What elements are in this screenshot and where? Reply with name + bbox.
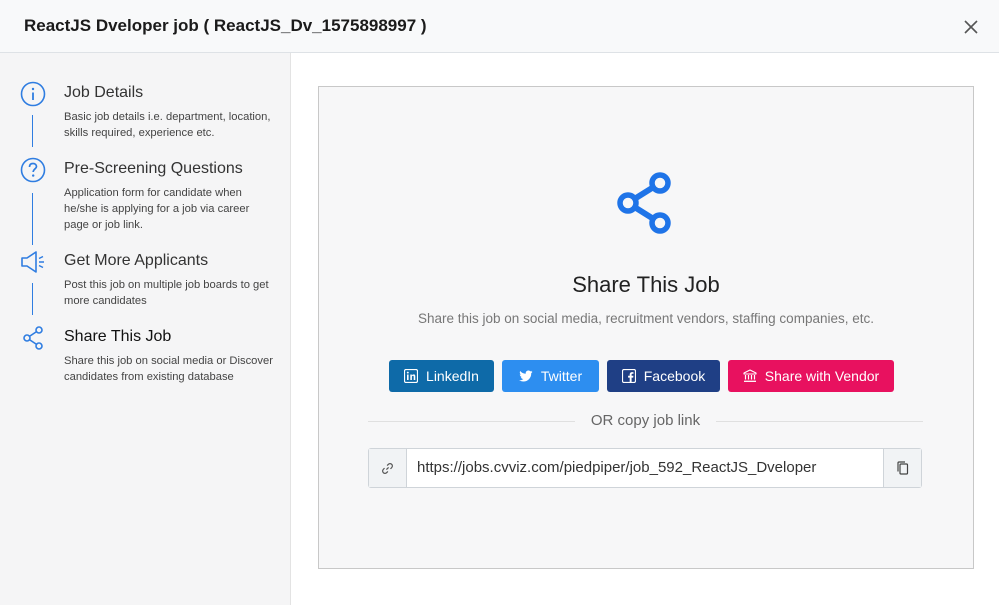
twitter-label: Twitter xyxy=(540,368,583,384)
linkedin-label: LinkedIn xyxy=(426,368,479,384)
share-icon xyxy=(23,326,43,350)
job-link-group: https://jobs.cvviz.com/piedpiper/job_592… xyxy=(368,448,922,488)
or-copy-text: OR copy job link xyxy=(580,412,711,429)
copy-link-button[interactable] xyxy=(883,449,921,487)
modal-header: ReactJS Dveloper job ( ReactJS_Dv_157589… xyxy=(0,0,999,53)
step-title: Pre-Screening Questions xyxy=(64,160,243,177)
step-connector xyxy=(32,115,33,147)
share-icon xyxy=(617,172,671,234)
step-description: Basic job details i.e. department, locat… xyxy=(64,111,271,139)
step-connector xyxy=(32,193,33,245)
step-title: Get More Applicants xyxy=(64,252,209,269)
steps-sidebar: Job Details Basic job details i.e. depar… xyxy=(0,53,291,605)
facebook-icon xyxy=(621,369,636,383)
share-heading: Share This Job xyxy=(572,272,720,297)
main-content: Share This Job Share this job on social … xyxy=(291,53,999,605)
step-connector xyxy=(32,283,33,315)
linkedin-icon xyxy=(404,369,419,383)
step-description: Share this job on social media or Discov… xyxy=(64,355,273,383)
bank-icon xyxy=(743,369,757,382)
step-title: Job Details xyxy=(64,84,144,101)
twitter-icon xyxy=(518,370,533,382)
link-addon xyxy=(369,449,407,487)
share-with-vendor-label: Share with Vendor xyxy=(764,368,880,384)
job-link-input[interactable]: https://jobs.cvviz.com/piedpiper/job_592… xyxy=(417,459,816,476)
question-icon xyxy=(20,157,46,183)
linkedin-button[interactable]: LinkedIn xyxy=(389,360,494,392)
step-description: Application form for candidate when he/s… xyxy=(64,187,250,231)
info-icon xyxy=(20,81,46,107)
step-title: Share This Job xyxy=(64,328,172,345)
or-divider: OR copy job link xyxy=(368,411,923,431)
share-with-vendor-button[interactable]: Share with Vendor xyxy=(728,360,894,392)
share-card: Share This Job Share this job on social … xyxy=(318,86,974,569)
step-description: Post this job on multiple job boards to … xyxy=(64,279,269,307)
link-icon xyxy=(382,462,393,474)
copy-icon xyxy=(897,461,909,475)
facebook-button[interactable]: Facebook xyxy=(607,360,720,392)
close-icon[interactable] xyxy=(961,17,981,37)
megaphone-icon xyxy=(21,251,44,273)
modal-title: ReactJS Dveloper job ( ReactJS_Dv_157589… xyxy=(24,16,427,35)
facebook-label: Facebook xyxy=(643,368,706,384)
twitter-button[interactable]: Twitter xyxy=(502,360,599,392)
share-subtitle: Share this job on social media, recruitm… xyxy=(418,311,874,326)
